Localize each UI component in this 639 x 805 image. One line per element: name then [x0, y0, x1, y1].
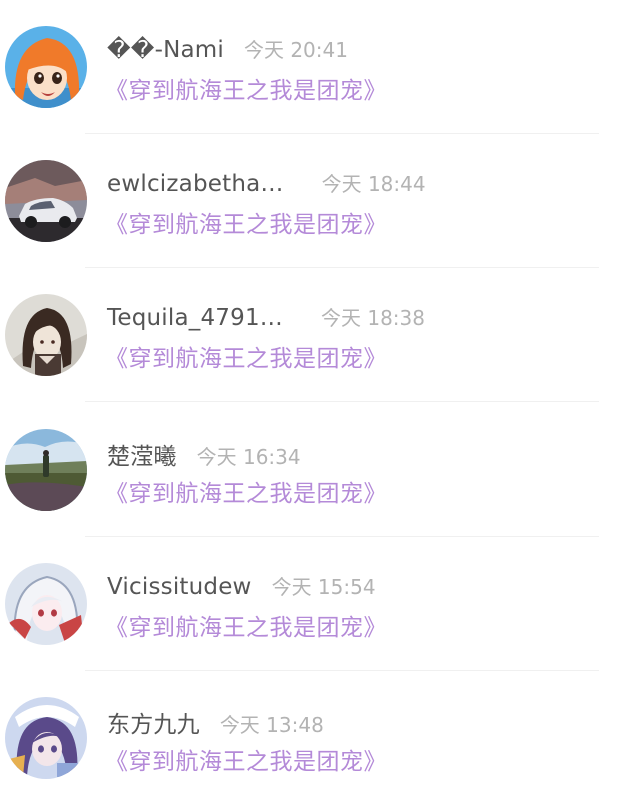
anime-white-hair-girl-avatar-icon	[5, 563, 87, 645]
book-title[interactable]: 《穿到航海王之我是团宠》	[105, 742, 387, 776]
comment-time: 今天 15:54	[271, 575, 376, 599]
anime-purple-hair-girl-avatar-icon	[5, 697, 87, 779]
user-name[interactable]: Tequila_4791…	[107, 305, 283, 331]
white-car-avatar-icon	[5, 160, 87, 242]
book-title[interactable]: 《穿到航海王之我是团宠》	[105, 71, 387, 105]
user-name[interactable]: ewlcizabetha…	[107, 171, 284, 197]
comment-time: 今天 16:34	[196, 445, 301, 469]
comment-row[interactable]: Vicissitudew 今天 15:54 《穿到航海王之我是团宠》	[0, 537, 639, 671]
book-title[interactable]: 《穿到航海王之我是团宠》	[105, 608, 387, 642]
book-title[interactable]: 《穿到航海王之我是团宠》	[105, 339, 387, 373]
comment-time: 今天 13:48	[219, 713, 324, 737]
book-title[interactable]: 《穿到航海王之我是团宠》	[105, 205, 387, 239]
user-name[interactable]: 楚滢曦	[107, 437, 177, 471]
avatar[interactable]	[5, 160, 87, 242]
book-title[interactable]: 《穿到航海王之我是团宠》	[105, 474, 387, 508]
comment-row[interactable]: 楚滢曦 今天 16:34 《穿到航海王之我是团宠》	[0, 403, 639, 537]
comment-row[interactable]: ��-Nami 今天 20:41 《穿到航海王之我是团宠》	[0, 0, 639, 134]
divider	[85, 401, 599, 402]
comment-time: 今天 18:44	[321, 172, 426, 196]
anime-orange-hair-avatar-icon	[5, 26, 87, 108]
user-name[interactable]: Vicissitudew	[107, 574, 252, 600]
avatar[interactable]	[5, 429, 87, 511]
comment-row[interactable]: ewlcizabetha… 今天 18:44 《穿到航海王之我是团宠》	[0, 134, 639, 268]
comment-row[interactable]: Tequila_4791… 今天 18:38 《穿到航海王之我是团宠》	[0, 268, 639, 402]
comment-row[interactable]: 东方九九 今天 13:48 《穿到航海王之我是团宠》	[0, 671, 639, 805]
avatar[interactable]	[5, 563, 87, 645]
comment-time: 今天 18:38	[320, 306, 425, 330]
avatar[interactable]	[5, 26, 87, 108]
comment-list: ��-Nami 今天 20:41 《穿到航海王之我是团宠》 ewlcizabet…	[0, 0, 639, 803]
user-name[interactable]: ��-Nami	[107, 37, 224, 63]
avatar[interactable]	[5, 294, 87, 376]
anime-dark-hair-boy-avatar-icon	[5, 294, 87, 376]
field-landscape-avatar-icon	[5, 429, 87, 511]
avatar[interactable]	[5, 697, 87, 779]
user-name[interactable]: 东方九九	[107, 705, 200, 739]
comment-time: 今天 20:41	[243, 38, 348, 62]
